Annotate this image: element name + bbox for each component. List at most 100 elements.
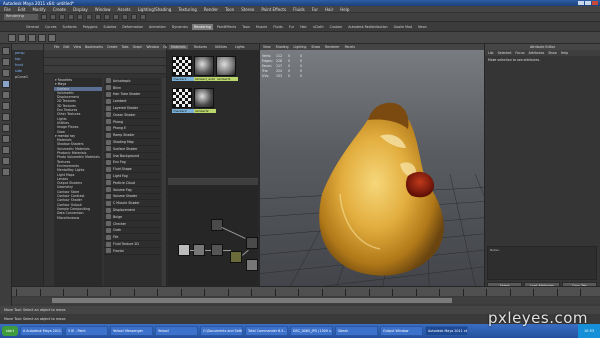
node-list-item[interactable]: Displacement: [104, 207, 161, 214]
menu-file[interactable]: File: [4, 7, 11, 12]
sg-node-2[interactable]: [246, 259, 258, 271]
minimize-button[interactable]: [578, 1, 584, 5]
place2d-node[interactable]: [193, 244, 205, 256]
menu-lightingshading[interactable]: Lighting/Shading: [138, 7, 172, 12]
gold-horn-model[interactable]: [319, 102, 444, 276]
shader-node[interactable]: [211, 219, 223, 231]
range-slider[interactable]: [12, 297, 600, 304]
shelf-tab-animation[interactable]: Animation: [147, 24, 168, 30]
node-list-item[interactable]: Ocean Shader: [104, 112, 161, 119]
node-list-item[interactable]: Particle Cloud: [104, 180, 161, 187]
select-object-icon[interactable]: [77, 14, 83, 20]
material-swatch[interactable]: [194, 56, 214, 76]
menu-modify[interactable]: Modify: [32, 7, 45, 12]
node-list-item[interactable]: Phong E: [104, 125, 161, 133]
node-list-item[interactable]: Fluid Texture 2D: [104, 241, 161, 248]
snap-point-icon[interactable]: [113, 14, 119, 20]
shelf-tab-polygons[interactable]: Polygons: [81, 24, 100, 30]
shelf-tool-icon[interactable]: [18, 34, 26, 42]
layout-two-icon[interactable]: [2, 157, 10, 165]
node-list-item[interactable]: Blinn: [104, 85, 161, 92]
tree-item[interactable]: Photo Volumetric Materials: [54, 155, 102, 159]
material-node[interactable]: [230, 251, 242, 263]
scale-tool-icon[interactable]: [2, 102, 10, 110]
menu-painteffects[interactable]: Paint Effects: [261, 7, 286, 12]
taskbar-task[interactable]: Total Commander 6.5...: [245, 326, 288, 336]
shelf-tab-goaliemod[interactable]: Goalie Mod: [392, 24, 414, 30]
node-list-item[interactable]: Phong: [104, 119, 161, 126]
paint-select-icon[interactable]: [2, 69, 10, 77]
shelf-tool-icon[interactable]: [48, 34, 56, 42]
node-list-item[interactable]: Use Background: [104, 153, 161, 160]
shelf-tab-ncloth[interactable]: nCloth: [311, 24, 326, 30]
node-list-item[interactable]: Anisotropic: [104, 78, 161, 85]
select-component-icon[interactable]: [86, 14, 92, 20]
swatch-tab-materials[interactable]: Materials: [169, 45, 188, 49]
hypershade-menu-graph[interactable]: Graph: [133, 45, 143, 49]
taskbar-task[interactable]: Sbeah: [335, 326, 378, 336]
material-swatch[interactable]: [172, 88, 192, 108]
hypershade-menu-tabs[interactable]: Tabs: [122, 45, 129, 49]
time-slider[interactable]: [12, 286, 600, 306]
layout-outliner-icon[interactable]: [2, 168, 10, 176]
menu-hair[interactable]: Hair: [325, 7, 333, 12]
node-list-item[interactable]: C Muscle Shader: [104, 200, 161, 208]
shelf-tab-rendering[interactable]: Rendering: [192, 23, 213, 30]
lasso-tool-icon[interactable]: [2, 58, 10, 66]
shading-group-node[interactable]: [246, 237, 258, 249]
checker-node[interactable]: [178, 244, 190, 256]
node-list-item[interactable]: Ramp Shader: [104, 132, 161, 140]
shelf-tab-painteffects[interactable]: PaintEffects: [215, 24, 238, 30]
shelf-tab-fluids[interactable]: Fluids: [271, 24, 285, 30]
texture-node[interactable]: [211, 244, 223, 256]
taskbar-task[interactable]: Yahoo! Messenger: [110, 326, 153, 336]
new-scene-icon[interactable]: [41, 14, 47, 20]
perspective-viewport[interactable]: View Shading Lighting Show Renderer Panels Ve…: [260, 44, 485, 306]
node-list-item[interactable]: File: [104, 234, 161, 242]
shelf-tab-neon[interactable]: Neon: [416, 24, 429, 30]
node-list-item[interactable]: Lambert: [104, 98, 161, 106]
save-scene-icon[interactable]: [59, 14, 65, 20]
node-list-item[interactable]: Shading Map: [104, 139, 161, 146]
node-list-item[interactable]: Volume Fog: [104, 187, 161, 194]
taskbar-task[interactable]: Output Window: [380, 326, 423, 336]
shelf-tab-general[interactable]: General: [24, 24, 41, 30]
menu-render[interactable]: Render: [204, 7, 218, 12]
taskbar-task[interactable]: DSC_0065_JPG (1509 x...: [290, 326, 333, 336]
swatch-tab-utilities[interactable]: Utilities: [213, 45, 229, 49]
ae-menu-attributes[interactable]: Attributes: [529, 51, 545, 55]
snap-curve-icon[interactable]: [104, 14, 110, 20]
menu-toon[interactable]: Toon: [225, 7, 234, 12]
node-list-item[interactable]: Light Fog: [104, 173, 161, 180]
rotate-tool-icon[interactable]: [2, 91, 10, 99]
swatch-tab-textures[interactable]: Textures: [192, 45, 209, 49]
menu-display[interactable]: Display: [73, 7, 88, 12]
hypershade-menu-bookmarks[interactable]: Bookmarks: [85, 45, 103, 49]
shelf-tab-fur[interactable]: Fur: [287, 24, 296, 30]
shelf-tab-hair[interactable]: Hair: [298, 24, 309, 30]
material-swatch[interactable]: [194, 88, 214, 108]
shelf-tab-toon[interactable]: Toon: [240, 24, 252, 30]
shelf-tab-muscle[interactable]: Muscle: [254, 24, 269, 30]
material-swatch[interactable]: [216, 56, 236, 76]
menu-texturing[interactable]: Texturing: [178, 7, 196, 12]
shelf-tab-curves[interactable]: Curves: [43, 24, 58, 30]
shelf-tab-deformation[interactable]: Deformation: [120, 24, 145, 30]
menu-help[interactable]: Help: [340, 7, 349, 12]
manipulator-icon[interactable]: [2, 113, 10, 121]
taskbar-task[interactable]: 5 IE - Paint: [65, 326, 108, 336]
node-list-item[interactable]: Fractal: [104, 248, 161, 255]
ae-menu-list[interactable]: List: [488, 51, 494, 55]
hypershade-menu-create[interactable]: Create: [107, 45, 118, 49]
shelf-tab-subdivs[interactable]: Subdivs: [101, 24, 118, 30]
ae-menu-focus[interactable]: Focus: [515, 51, 524, 55]
taskbar-task[interactable]: A Autodesk Maya 2011...: [20, 326, 63, 336]
ae-menu-selected[interactable]: Selected: [498, 51, 512, 55]
taskbar-task[interactable]: Autodesk Maya 2011 x64...: [425, 326, 468, 336]
move-tool-icon[interactable]: [2, 80, 10, 88]
node-list-item[interactable]: Cloth: [104, 227, 161, 235]
layout-single-icon[interactable]: [2, 135, 10, 143]
hypershade-menu-window[interactable]: Window: [146, 45, 159, 49]
node-list-item[interactable]: Fluid Shape: [104, 166, 161, 174]
shelf-tab-surfaces[interactable]: Surfaces: [60, 24, 78, 30]
